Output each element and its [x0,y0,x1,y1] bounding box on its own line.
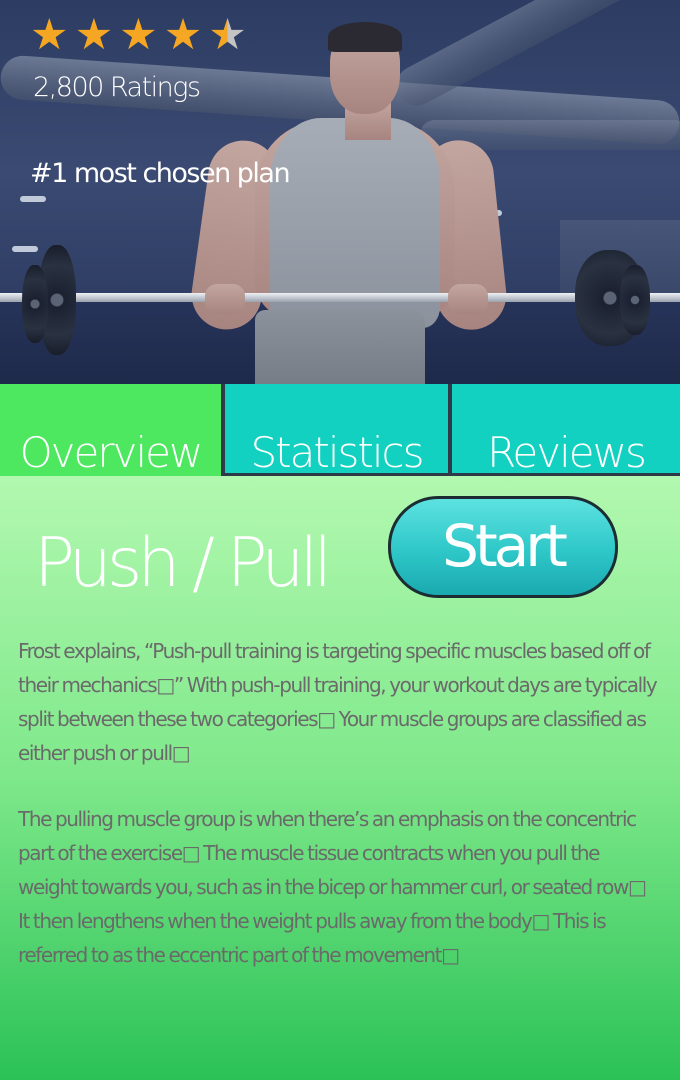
barbell-plate [22,265,48,343]
star-full-icon: ★ [163,10,203,60]
plan-title: Push / Pull [34,524,332,603]
description-paragraph: Frost explains, “Push-pull training is t… [18,639,658,765]
athlete-pants [255,310,425,384]
ratings-count: 2,800 Ratings [33,72,201,103]
athlete-hair [328,22,402,52]
athlete-hand [205,284,245,314]
star-half-icon: ★ [208,10,247,60]
hero-banner: ★ ★ ★ ★ ★ 2,800 Ratings #1 most chosen p… [0,0,680,384]
description-paragraph: The pulling muscle group is when there’s… [18,807,647,967]
athlete-hand [448,284,488,314]
tab-reviews[interactable]: Reviews [452,384,680,477]
star-full-icon: ★ [30,10,69,60]
popularity-badge: #1 most chosen plan [30,158,291,189]
star-full-icon: ★ [74,10,114,60]
overview-panel: Push / Pull Start Frost explains, “Push-… [0,476,680,1080]
start-button[interactable]: Start [388,496,618,598]
rating-stars: ★ ★ ★ ★ ★ [30,14,247,57]
tab-statistics[interactable]: Statistics [225,384,448,477]
tab-overview[interactable]: Overview [0,384,221,477]
barbell-plate [620,265,650,335]
star-full-icon: ★ [119,10,158,60]
